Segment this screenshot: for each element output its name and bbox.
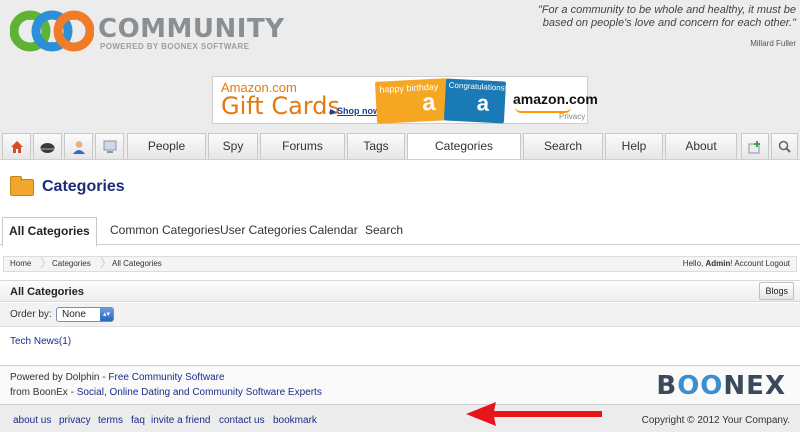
shop-arrow-icon: ▶ (330, 107, 337, 116)
order-by-label: Order by: (10, 309, 52, 320)
breadcrumb-current: All Categories (112, 259, 162, 268)
ad-headline: Gift Cards (221, 92, 340, 120)
boonex-link[interactable]: Social, Online Dating and Community Soft… (77, 387, 322, 398)
card-congrats-glyph: a (476, 90, 490, 116)
red-arrow-annotation-icon (466, 402, 602, 426)
copyright-text: Copyright © 2012 Your Company. (641, 415, 790, 426)
logo-title: COMMUNITY (98, 14, 285, 44)
nav-profile-tab[interactable] (64, 133, 93, 159)
page-title: Categories (42, 178, 125, 195)
powered-by-line: Powered by Dolphin - Free Community Soft… (10, 372, 225, 383)
tab-forums[interactable]: Forums (260, 133, 345, 159)
user-icon (72, 141, 85, 154)
subtab-user-categories[interactable]: User Categories (220, 216, 307, 245)
tab-search[interactable]: Search (523, 133, 603, 159)
subtab-all-categories[interactable]: All Categories (2, 217, 97, 247)
footer-link-about-us[interactable]: about us (13, 415, 51, 426)
ad-shop-now-link[interactable]: Shop now (337, 106, 380, 116)
order-by-select[interactable]: None ▴▾ (56, 307, 114, 322)
card-birthday-glyph: a (421, 88, 437, 117)
order-by-value: None (62, 309, 86, 320)
from-boonex-line: from BoonEx - Social, Online Dating and … (10, 387, 322, 398)
bottom-links-bar: about us privacy terms faq invite a frie… (0, 406, 800, 432)
hello-exclaim: ! (730, 259, 733, 268)
hello-text: Hello, (682, 259, 706, 268)
quote-author: Millard Fuller (750, 39, 796, 48)
subtab-common-categories[interactable]: Common Categories (110, 216, 220, 245)
breadcrumb-separator-icon: 〉 (40, 256, 53, 270)
nav-spy-icon-tab[interactable] (33, 133, 62, 159)
block-title: All Categories (10, 286, 84, 298)
tab-people[interactable]: People (127, 133, 206, 159)
nav-home-tab[interactable] (2, 133, 31, 159)
footer-link-privacy[interactable]: privacy (59, 415, 91, 426)
subtabs: All Categories Common Categories User Ca… (0, 216, 800, 247)
footer: Powered by Dolphin - Free Community Soft… (0, 365, 800, 405)
tab-about[interactable]: About (665, 133, 737, 159)
tab-categories[interactable]: Categories (407, 133, 521, 160)
footer-link-terms[interactable]: terms (98, 415, 123, 426)
breadcrumb-separator-icon: 〉 (100, 256, 113, 270)
tab-help[interactable]: Help (605, 133, 663, 159)
from-boonex-text: from BoonEx - (10, 387, 77, 398)
helmet-icon (40, 142, 55, 153)
boonex-logo[interactable]: BOONEX (656, 371, 786, 401)
nav-add-tab[interactable] (741, 133, 769, 159)
dolphin-link[interactable]: Free Community Software (108, 372, 224, 383)
amazon-ad-banner[interactable]: Amazon.com Gift Cards ▶ Shop now happy b… (212, 76, 598, 124)
breadcrumb-categories[interactable]: Categories (52, 257, 91, 271)
footer-link-faq[interactable]: faq (131, 415, 145, 426)
community-logo-icon (10, 10, 94, 52)
breadcrumb-home[interactable]: Home (10, 257, 31, 271)
footer-link-bookmark[interactable]: bookmark (273, 415, 317, 426)
footer-link-contact-us[interactable]: contact us (219, 415, 265, 426)
category-link[interactable]: Tech News(1) (10, 336, 71, 347)
main-nav: People Spy Forums Tags Categories Search… (0, 133, 800, 160)
logo-subtitle: POWERED BY BOONEX SOFTWARE (100, 42, 250, 51)
blogs-button[interactable]: Blogs (759, 282, 794, 300)
home-icon (10, 140, 23, 153)
nav-screen-tab[interactable] (95, 133, 124, 159)
username-link[interactable]: Admin (705, 259, 730, 268)
block-header: All Categories Blogs (0, 280, 800, 302)
breadcrumb: Home 〉 Categories 〉 All Categories Hello… (3, 256, 797, 272)
header-quote: "For a community to be whole and healthy… (537, 4, 796, 29)
add-icon (748, 140, 760, 154)
powered-by-text: Powered by Dolphin - (10, 372, 109, 383)
screen-icon (103, 140, 116, 154)
folder-icon (10, 176, 34, 196)
account-link[interactable]: Account (734, 259, 763, 268)
select-arrows-icon: ▴▾ (100, 308, 113, 321)
footer-link-invite-friend[interactable]: invite a friend (151, 415, 210, 426)
amazon-logo: amazon.com (513, 91, 598, 107)
search-icon (778, 141, 791, 154)
subtab-search[interactable]: Search (365, 216, 403, 245)
site-logo[interactable]: COMMUNITY POWERED BY BOONEX SOFTWARE (10, 8, 284, 56)
subtab-calendar[interactable]: Calendar (309, 216, 358, 245)
order-bar: Order by: None ▴▾ (0, 303, 800, 327)
main-content: Categories All Categories Common Categor… (0, 159, 800, 365)
ad-privacy-link[interactable]: Privacy (559, 112, 585, 121)
gift-card-congrats: Congratulations! a (443, 78, 507, 124)
tab-spy[interactable]: Spy (208, 133, 258, 159)
nav-search-tab[interactable] (771, 133, 798, 159)
user-area: Hello, Admin! Account Logout (683, 257, 790, 271)
tab-tags[interactable]: Tags (347, 133, 405, 159)
logout-link[interactable]: Logout (766, 259, 790, 268)
gift-card-birthday: happy birthday a (374, 78, 450, 124)
